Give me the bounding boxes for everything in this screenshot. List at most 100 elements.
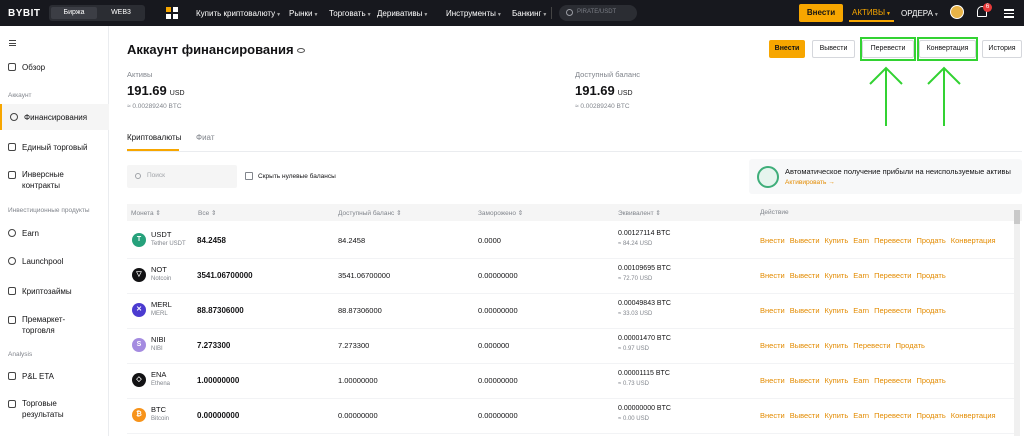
total-balance: 7.273300 xyxy=(197,341,231,350)
action-link[interactable]: Внести xyxy=(760,306,785,315)
avatar[interactable] xyxy=(950,5,964,19)
assets-btc: ≈ 0.00289240 BTC xyxy=(127,103,182,110)
action-link[interactable]: Купить xyxy=(825,376,849,385)
action-link[interactable]: Продать xyxy=(896,341,925,350)
apps-grid-icon[interactable] xyxy=(166,7,178,19)
sidebar-item-results[interactable]: Торговые результаты xyxy=(0,398,76,420)
action-link[interactable]: Перевести xyxy=(874,236,911,245)
premarket-icon xyxy=(8,316,16,324)
orders-menu[interactable]: ОРДЕРА▼ xyxy=(901,9,939,18)
tab-web3[interactable]: WEB3 xyxy=(99,7,143,19)
action-link[interactable]: Earn xyxy=(853,306,869,315)
action-link[interactable]: Купить xyxy=(825,306,849,315)
available-value: 191.69 USD xyxy=(575,83,633,98)
action-link[interactable]: Купить xyxy=(825,236,849,245)
sidebar-item-unified[interactable]: Единый торговый xyxy=(0,142,109,153)
action-link[interactable]: Внести xyxy=(760,376,785,385)
tab-exchange[interactable]: Биржа xyxy=(51,7,97,19)
action-link[interactable]: Earn xyxy=(853,236,869,245)
nav-markets[interactable]: Рынки▼ xyxy=(289,9,318,18)
action-link[interactable]: Earn xyxy=(853,271,869,280)
assets-menu[interactable]: АКТИВЫ▼ xyxy=(849,4,894,22)
coin-search-input[interactable]: Поиск xyxy=(127,165,237,188)
sidebar-item-pnl[interactable]: P&L ETA xyxy=(0,371,109,382)
action-link[interactable]: Вывести xyxy=(790,341,820,350)
col-frozen[interactable]: Заморожено ⇕ xyxy=(478,209,523,217)
col-all[interactable]: Все ⇕ xyxy=(198,209,216,217)
usd-equivalent: ≈ 0.73 USD xyxy=(618,381,649,387)
card-icon xyxy=(8,143,16,151)
history-button[interactable]: История xyxy=(982,40,1022,58)
action-link[interactable]: Продать xyxy=(916,306,945,315)
action-link[interactable]: Перевести xyxy=(874,306,911,315)
action-link[interactable]: Внести xyxy=(760,271,785,280)
sidebar-item-overview[interactable]: Обзор xyxy=(0,62,109,73)
frozen-balance: 0.000000 xyxy=(478,341,510,350)
activate-link[interactable]: Активировать → xyxy=(785,179,835,186)
available-balance: 3541.06700000 xyxy=(338,271,391,280)
nav-trade[interactable]: Торговать▼ xyxy=(329,9,372,18)
action-link[interactable]: Конвертация xyxy=(951,236,996,245)
action-link[interactable]: Внести xyxy=(760,341,785,350)
action-link[interactable]: Продать xyxy=(916,271,945,280)
frozen-balance: 0.00000000 xyxy=(478,376,518,385)
col-available[interactable]: Доступный баланс ⇕ xyxy=(338,209,402,217)
action-link[interactable]: Купить xyxy=(825,411,849,420)
deposit-button[interactable]: Внести xyxy=(799,4,843,22)
coin-symbol: ENA xyxy=(151,370,167,379)
coin-icon: ▽ xyxy=(132,268,146,282)
menu-icon[interactable] xyxy=(1004,8,1014,18)
hide-zero-checkbox[interactable] xyxy=(245,172,253,180)
action-link[interactable]: Конвертация xyxy=(951,411,996,420)
page-title: Аккаунт финансирования xyxy=(127,42,305,57)
action-link[interactable]: Вывести xyxy=(790,411,820,420)
total-balance: 1.00000000 xyxy=(197,376,240,385)
nav-tools[interactable]: Инструменты▼ xyxy=(446,9,502,18)
auto-earn-banner[interactable]: Автоматическое получение прибыли на неис… xyxy=(749,159,1022,194)
table-header xyxy=(127,204,1022,221)
sidebar-item-inverse[interactable]: Инверсные контракты xyxy=(0,169,80,191)
table-scrollbar[interactable] xyxy=(1014,210,1020,436)
col-equivalent[interactable]: Эквивалент ⇕ xyxy=(618,209,661,217)
sidebar-item-launchpool[interactable]: Launchpool xyxy=(0,256,109,267)
nav-buy-crypto[interactable]: Купить криптовалюту▼ xyxy=(196,9,281,18)
action-link[interactable]: Вывести xyxy=(790,236,820,245)
action-link[interactable]: Earn xyxy=(853,376,869,385)
action-link[interactable]: Перевести xyxy=(874,376,911,385)
nav-derivatives[interactable]: Деривативы▼ xyxy=(377,9,428,18)
sidebar-item-earn[interactable]: Earn xyxy=(0,228,109,239)
withdraw-button[interactable]: Вывести xyxy=(812,40,855,58)
coin-symbol: NIBI xyxy=(151,335,166,344)
action-link[interactable]: Перевести xyxy=(853,341,890,350)
sidebar-item-funding[interactable]: Финансирования xyxy=(0,104,109,130)
nav-banking[interactable]: Банкинг▼ xyxy=(512,9,547,18)
action-link[interactable]: Перевести xyxy=(874,411,911,420)
collapse-menu-icon[interactable] xyxy=(9,40,16,46)
action-link[interactable]: Внести xyxy=(760,411,785,420)
action-link[interactable]: Купить xyxy=(825,341,849,350)
sidebar-item-loans[interactable]: Криптозаймы xyxy=(0,286,109,297)
action-link[interactable]: Продать xyxy=(916,411,945,420)
sidebar-item-premarket[interactable]: Премаркет-торговля xyxy=(0,314,82,336)
tab-fiat[interactable]: Фиат xyxy=(196,133,215,142)
main-content: Аккаунт финансирования Внести Вывести Пе… xyxy=(110,26,1024,436)
btc-equivalent: 0.00001470 BTC xyxy=(618,335,671,342)
action-link[interactable]: Вывести xyxy=(790,271,820,280)
action-link[interactable]: Перевести xyxy=(874,271,911,280)
sidebar-heading-analysis: Analysis xyxy=(8,351,33,358)
eye-icon[interactable] xyxy=(296,48,305,54)
top-search[interactable]: PIRATE/USDT xyxy=(559,5,637,21)
hide-zero-label[interactable]: Скрыть нулевые балансы xyxy=(258,173,336,180)
action-link[interactable]: Earn xyxy=(853,411,869,420)
action-link[interactable]: Продать xyxy=(916,376,945,385)
deposit-button-main[interactable]: Внести xyxy=(769,40,805,58)
action-link[interactable]: Продать xyxy=(916,236,945,245)
bybit-logo[interactable]: BYBIT xyxy=(8,8,41,19)
action-link[interactable]: Вывести xyxy=(790,376,820,385)
tab-crypto[interactable]: Криптовалюты xyxy=(127,133,181,142)
col-coin[interactable]: Монета ⇕ xyxy=(131,209,161,217)
action-link[interactable]: Купить xyxy=(825,271,849,280)
action-link[interactable]: Вывести xyxy=(790,306,820,315)
coin-symbol: NOT xyxy=(151,265,167,274)
action-link[interactable]: Внести xyxy=(760,236,785,245)
